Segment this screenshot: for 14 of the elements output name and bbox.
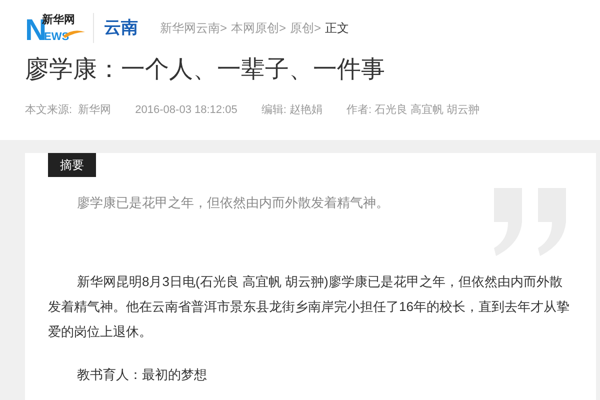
paragraph: 教书育人：最初的梦想 — [76, 366, 208, 384]
paragraph: 新华网昆明8月3日电(石光良 高宜帆 胡云翀)廖学康已是花甲之年，但依然由内而外散发着精气神。他在云南省普洱市景东县龙街乡南岸完小担任了16年的校长，直到去年才从挚爱的岗位上退休。 — [48, 272, 570, 340]
summary-tag: 摘要 — [48, 153, 96, 177]
channel-name[interactable]: 云南 — [104, 15, 138, 41]
article-title: 廖学康：一个人、一辈子、一件事 — [25, 55, 386, 85]
meta-text: 作者: 石光良 高宜帆 胡云翀 — [346, 102, 480, 118]
breadcrumb-link[interactable]: 新华网云南> — [160, 19, 228, 37]
meta-text: 2016-08-03 18:12:05 — [135, 103, 238, 118]
meta-text: 编辑: 赵艳娟 — [261, 103, 322, 118]
breadcrumb-link[interactable]: 正文 — [325, 19, 350, 37]
meta-text: 本文来源: 新华网 — [25, 102, 112, 118]
summary-text: 廖学康已是花甲之年，但依然由内而外散发着精气神。 — [76, 194, 390, 212]
breadcrumb-link[interactable]: 本网原创> — [231, 19, 286, 37]
breadcrumb-link[interactable]: 原创> — [290, 19, 322, 37]
